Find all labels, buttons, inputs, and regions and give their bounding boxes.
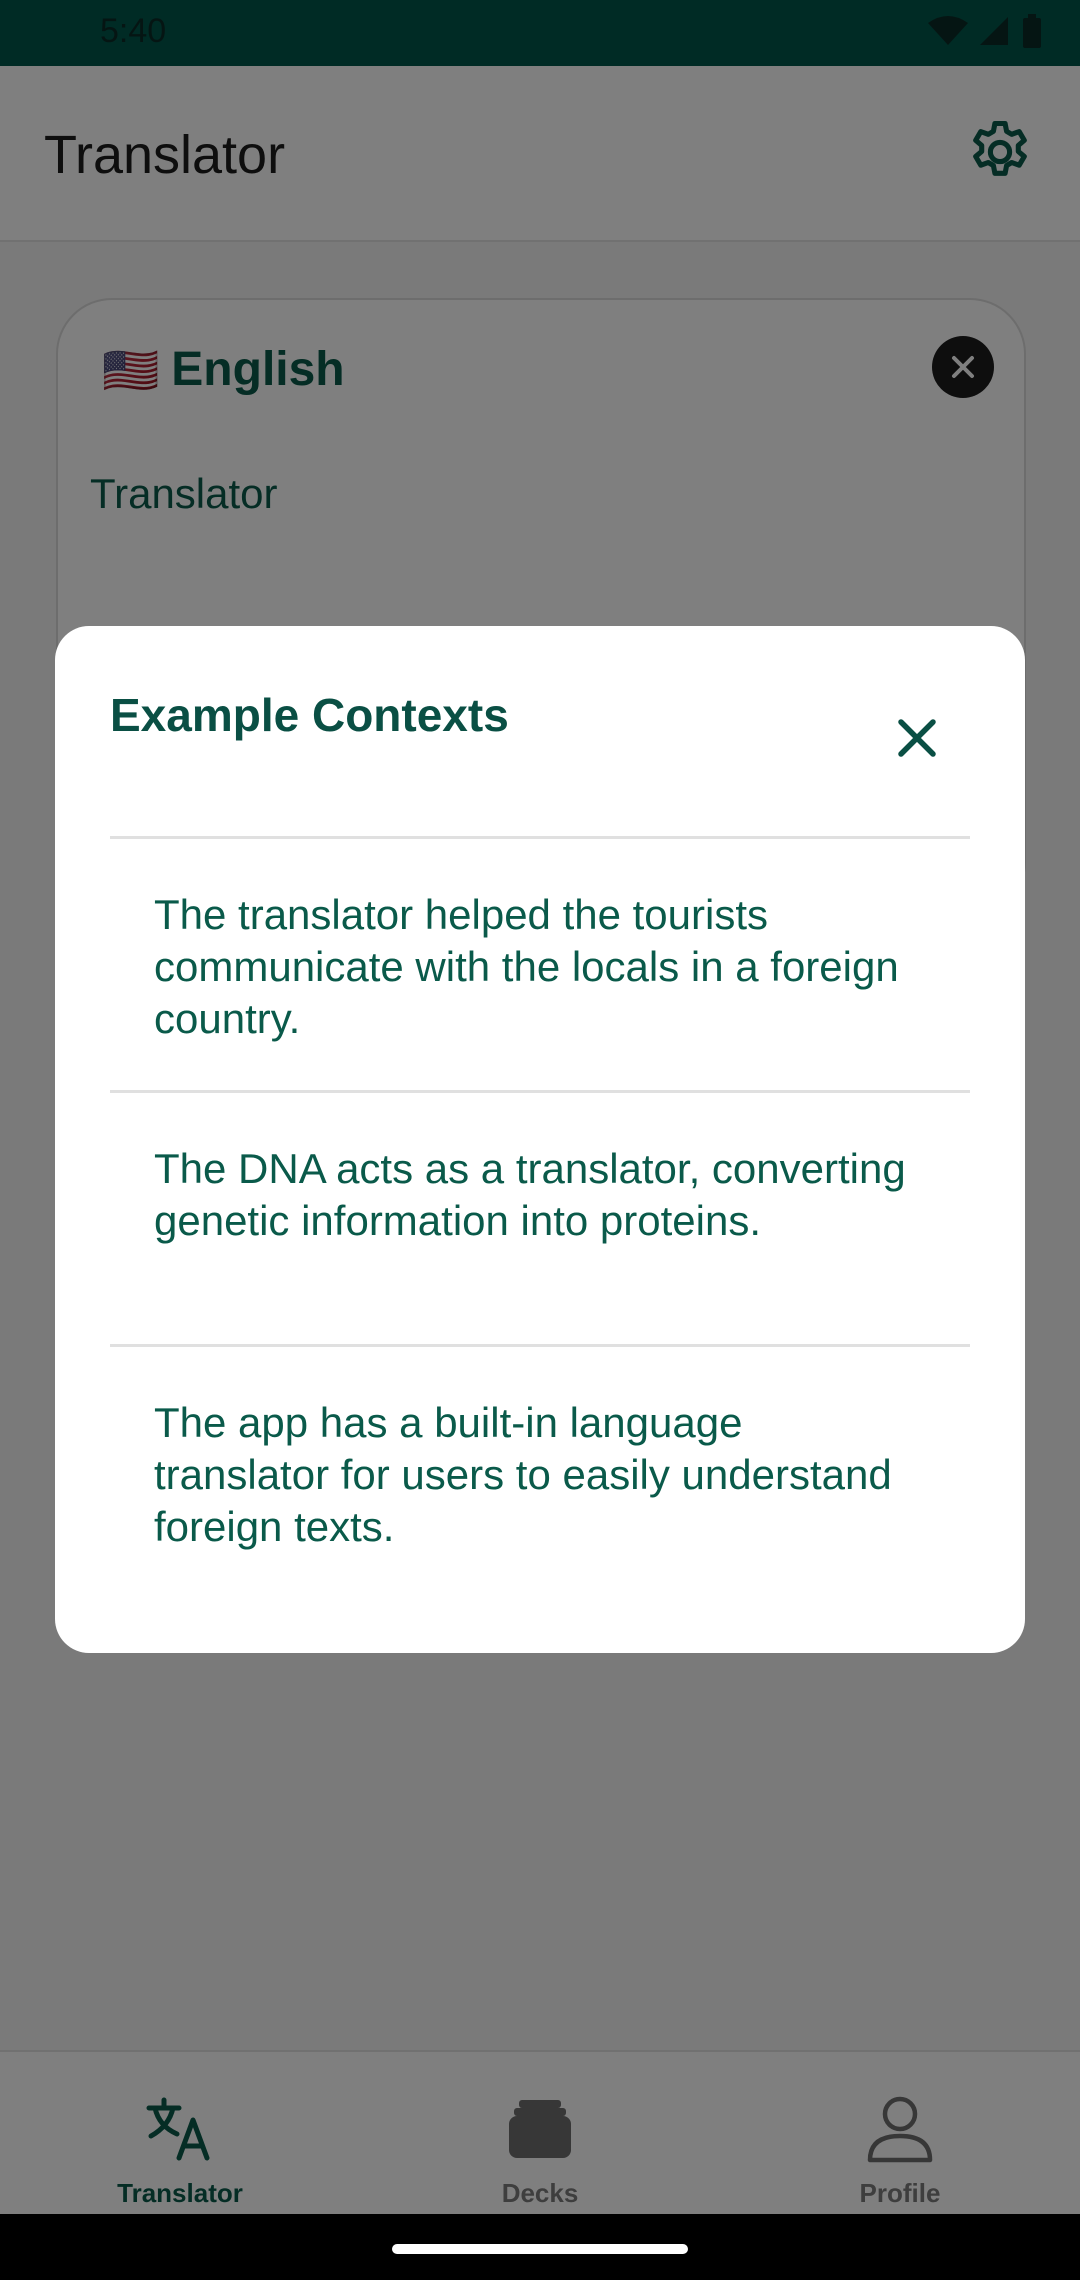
system-navigation-bar — [0, 2214, 1080, 2280]
example-text: The app has a built-in language translat… — [154, 1399, 892, 1550]
home-gesture-handle[interactable] — [392, 2244, 688, 2254]
example-item: The app has a built-in language translat… — [110, 1344, 970, 1598]
dialog-close-icon[interactable] — [889, 710, 945, 766]
example-item: The translator helped the tourists commu… — [110, 836, 970, 1090]
example-contexts-dialog: Example Contexts The translator helped t… — [55, 626, 1025, 1653]
dialog-title: Example Contexts — [110, 689, 509, 741]
example-list: The translator helped the tourists commu… — [110, 836, 970, 1598]
example-text: The translator helped the tourists commu… — [154, 891, 899, 1042]
example-text: The DNA acts as a translator, converting… — [154, 1145, 906, 1244]
example-item: The DNA acts as a translator, converting… — [110, 1090, 970, 1344]
